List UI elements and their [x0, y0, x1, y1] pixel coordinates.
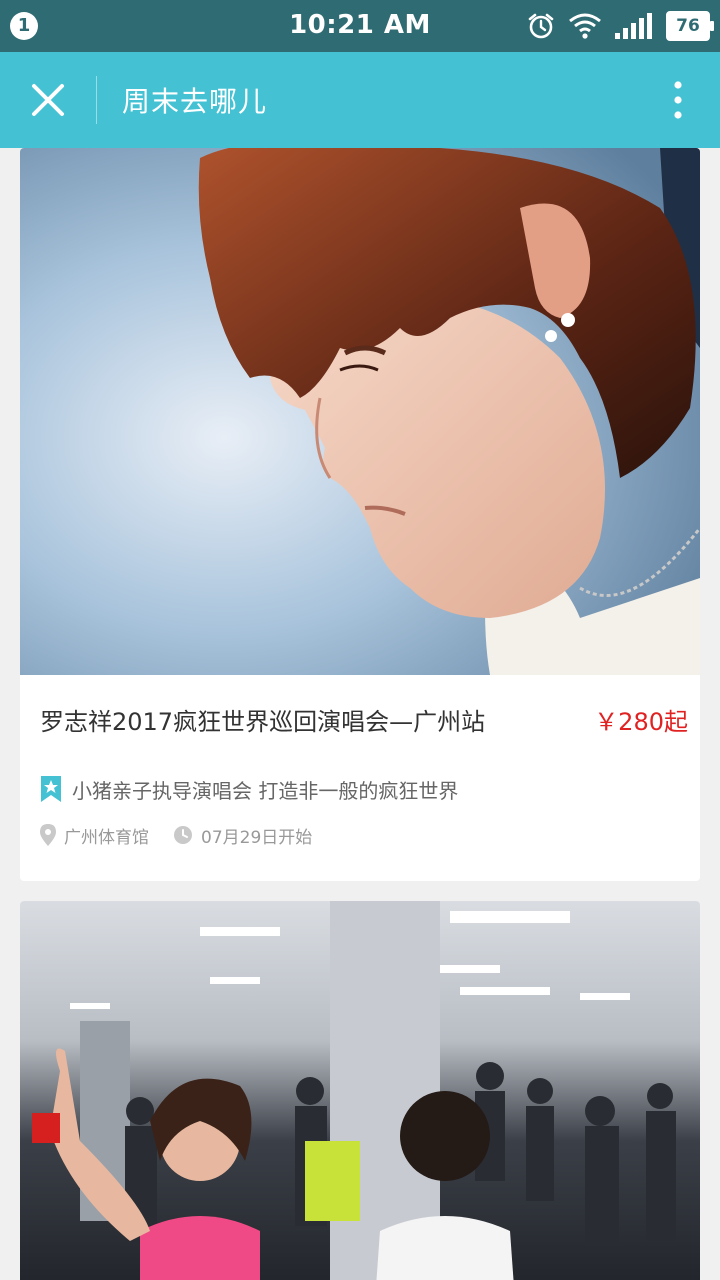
- event-tag-text: 小猪亲子执导演唱会 打造非一般的疯狂世界: [72, 778, 459, 803]
- event-title[interactable]: 罗志祥2017疯狂世界巡回演唱会—广州站: [40, 702, 485, 737]
- event-price: ￥280起: [594, 708, 688, 736]
- event-card[interactable]: [20, 901, 700, 1280]
- event-start-date: 07月29日开始: [201, 827, 313, 848]
- concert-poster-photo: [20, 148, 700, 675]
- event-list[interactable]: 罗志祥2017疯狂世界巡回演唱会—广州站 ￥280起 小猪亲子执导演唱会 打造非…: [0, 148, 720, 1280]
- event-card[interactable]: 罗志祥2017疯狂世界巡回演唱会—广州站 ￥280起 小猪亲子执导演唱会 打造非…: [20, 148, 700, 881]
- close-icon: [32, 84, 64, 116]
- wifi-icon: [568, 12, 602, 40]
- close-button[interactable]: [22, 74, 74, 126]
- status-bar: 1 10:21 AM 76: [0, 0, 720, 52]
- event-location: 广州体育馆: [64, 827, 149, 848]
- event-tag: 小猪亲子执导演唱会 打造非一般的疯狂世界: [40, 774, 458, 804]
- app-bar: 周末去哪儿: [0, 52, 720, 148]
- dance-class-photo: [20, 901, 700, 1280]
- alarm-icon: [526, 11, 556, 41]
- clock-icon: [174, 826, 192, 844]
- location-pin-icon: [40, 824, 56, 846]
- more-options-button[interactable]: [666, 78, 690, 122]
- page-title: 周末去哪儿: [122, 85, 268, 118]
- battery-indicator: 76: [666, 11, 714, 41]
- app-bar-divider: [96, 76, 97, 124]
- event-meta: 广州体育馆 07月29日开始: [40, 822, 312, 848]
- system-icons: 76: [526, 10, 714, 42]
- more-vertical-icon: [674, 81, 682, 119]
- signal-icon: [614, 13, 654, 39]
- bookmark-star-icon: [41, 776, 61, 802]
